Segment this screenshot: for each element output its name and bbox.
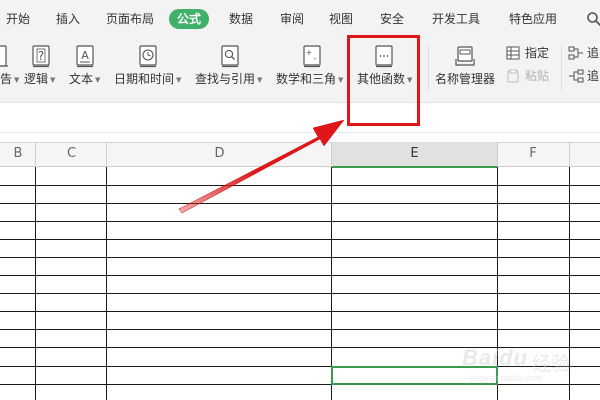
math-trig-button[interactable]: 数学和三角 ▼ [276, 71, 343, 87]
math-trig-icon[interactable]: + - [301, 44, 323, 68]
menu-bar: 开始 插入 页面布局 公式 数据 审阅 视图 安全 开发工具 特色应用 [0, 0, 600, 40]
logical-function-button[interactable]: 逻辑 ▼ [24, 71, 55, 87]
name-manager-icon[interactable] [454, 44, 476, 68]
ribbon-separator-right [561, 46, 562, 90]
watermark-text: 经验 [532, 354, 571, 375]
lookup-reference-icon[interactable] [219, 44, 241, 68]
specify-label[interactable]: 指定 [525, 45, 549, 61]
logical-function-icon[interactable]: ? [30, 44, 52, 68]
lookup-reference-button[interactable]: 查找与引用 ▼ [195, 71, 262, 87]
tab-view[interactable]: 视图 [329, 8, 353, 30]
tab-page-layout[interactable]: 页面布局 [106, 8, 154, 30]
paste-label: 粘贴 [525, 69, 550, 83]
date-time-label: 日期和时间 [114, 72, 175, 86]
ribbon-toolbar: 告 ▼ ? 逻辑 ▼ A 文本 ▼ 日期和时间 ▼ 查找与引用 ▼ + - 数学和三角 ▼ [0, 40, 600, 102]
tab-special-apps[interactable]: 特色应用 [509, 8, 557, 30]
svg-text:+: + [306, 48, 313, 57]
divider [0, 102, 600, 103]
specify-icon[interactable] [506, 46, 520, 60]
formula-bar[interactable] [0, 102, 600, 142]
column-header-d[interactable]: D [107, 142, 332, 167]
divider [0, 132, 600, 133]
financial-function-button[interactable]: 告 ▼ [0, 71, 19, 87]
text-function-button[interactable]: 文本 ▼ [69, 71, 100, 87]
column-header-c[interactable]: C [36, 142, 107, 167]
search-icon[interactable] [586, 11, 600, 27]
lookup-reference-label: 查找与引用 [195, 72, 256, 86]
name-manager-label[interactable]: 名称管理器 [435, 71, 495, 87]
tab-security[interactable]: 安全 [380, 8, 404, 30]
logical-function-label: 逻辑 [24, 72, 49, 86]
math-trig-label: 数学和三角 [276, 72, 337, 86]
column-header-e[interactable]: E [332, 142, 497, 168]
row-border [0, 311, 600, 312]
ribbon-separator [428, 46, 429, 90]
row-border [0, 203, 600, 204]
highlight-box [347, 35, 420, 126]
watermark: Baidu 经验 jingyan.baidu.com [462, 345, 592, 389]
trace-dependents-icon[interactable] [568, 69, 584, 83]
row-border [0, 275, 600, 276]
tab-developer[interactable]: 开发工具 [432, 8, 480, 30]
watermark-logo: Baidu [462, 345, 529, 370]
row-border [0, 257, 600, 258]
row-border [0, 239, 600, 240]
tab-data[interactable]: 数据 [229, 8, 253, 30]
row-border [0, 185, 600, 186]
text-function-label: 文本 [69, 72, 94, 86]
date-time-icon[interactable] [137, 44, 159, 68]
tab-home[interactable]: 开始 [6, 8, 30, 30]
tab-insert[interactable]: 插入 [56, 8, 80, 30]
watermark-url: jingyan.baidu.com [470, 373, 543, 383]
svg-text:A: A [81, 49, 89, 62]
column-header-f[interactable]: F [497, 142, 569, 167]
trace-dependents-label[interactable]: 追 [587, 68, 599, 84]
financial-function-label: 告 [0, 72, 13, 86]
row-border [0, 329, 600, 330]
tab-review[interactable]: 审阅 [280, 8, 304, 30]
financial-function-icon[interactable] [0, 44, 10, 68]
column-header-b[interactable]: B [0, 142, 36, 167]
row-border [0, 221, 600, 222]
row-border [0, 293, 600, 294]
trace-precedents-icon[interactable] [568, 46, 584, 60]
svg-text:-: - [314, 54, 317, 63]
svg-text:?: ? [38, 49, 44, 63]
paste-icon [507, 69, 519, 83]
date-time-button[interactable]: 日期和时间 ▼ [114, 71, 181, 87]
tab-formulas[interactable]: 公式 [169, 9, 210, 29]
trace-precedents-label[interactable]: 追 [587, 45, 599, 61]
text-function-icon[interactable]: A [74, 44, 96, 68]
